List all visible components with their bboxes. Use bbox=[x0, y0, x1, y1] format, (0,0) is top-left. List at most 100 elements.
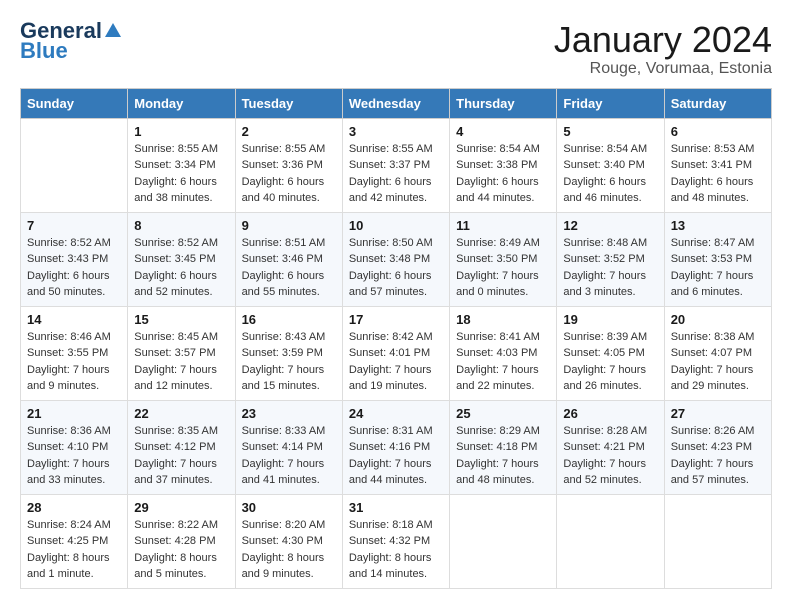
logo: General Blue bbox=[20, 20, 124, 64]
day-info: Sunrise: 8:18 AMSunset: 4:32 PMDaylight:… bbox=[349, 517, 443, 583]
calendar-cell: 17Sunrise: 8:42 AMSunset: 4:01 PMDayligh… bbox=[342, 306, 449, 400]
day-info: Sunrise: 8:22 AMSunset: 4:28 PMDaylight:… bbox=[134, 517, 228, 583]
week-row-5: 28 Sunrise: 8:24 AMSunset: 4:25 PMDayligh… bbox=[21, 494, 772, 588]
calendar-cell: 28 Sunrise: 8:24 AMSunset: 4:25 PMDayligh… bbox=[21, 494, 128, 588]
calendar-cell: 7 Sunrise: 8:52 AMSunset: 3:43 PMDaylight… bbox=[21, 212, 128, 306]
subtitle: Rouge, Vorumaa, Estonia bbox=[554, 60, 772, 78]
calendar-cell bbox=[664, 494, 771, 588]
day-number: 3 bbox=[349, 124, 443, 139]
calendar-cell: 6 Sunrise: 8:53 AMSunset: 3:41 PMDaylight… bbox=[664, 118, 771, 212]
calendar-cell bbox=[21, 118, 128, 212]
day-number: 5 bbox=[563, 124, 657, 139]
day-number: 10 bbox=[349, 218, 443, 233]
calendar-cell: 23 Sunrise: 8:33 AMSunset: 4:14 PMDayligh… bbox=[235, 400, 342, 494]
day-info: Sunrise: 8:33 AMSunset: 4:14 PMDaylight:… bbox=[242, 423, 336, 489]
calendar-cell: 5 Sunrise: 8:54 AMSunset: 3:40 PMDaylight… bbox=[557, 118, 664, 212]
title-block: January 2024 Rouge, Vorumaa, Estonia bbox=[554, 20, 772, 78]
calendar-cell: 10 Sunrise: 8:50 AMSunset: 3:48 PMDayligh… bbox=[342, 212, 449, 306]
page-header: General Blue January 2024 Rouge, Vorumaa… bbox=[20, 20, 772, 78]
day-info: Sunrise: 8:54 AMSunset: 3:40 PMDaylight:… bbox=[563, 141, 657, 207]
day-number: 17 bbox=[349, 312, 443, 327]
header-wednesday: Wednesday bbox=[342, 88, 449, 118]
calendar-cell: 13 Sunrise: 8:47 AMSunset: 3:53 PMDayligh… bbox=[664, 212, 771, 306]
calendar-cell: 8 Sunrise: 8:52 AMSunset: 3:45 PMDaylight… bbox=[128, 212, 235, 306]
day-info: Sunrise: 8:50 AMSunset: 3:48 PMDaylight:… bbox=[349, 235, 443, 301]
calendar-cell: 18 Sunrise: 8:41 AMSunset: 4:03 PMDayligh… bbox=[450, 306, 557, 400]
calendar-cell: 19 Sunrise: 8:39 AMSunset: 4:05 PMDayligh… bbox=[557, 306, 664, 400]
calendar-cell: 20 Sunrise: 8:38 AMSunset: 4:07 PMDayligh… bbox=[664, 306, 771, 400]
day-info: Sunrise: 8:41 AMSunset: 4:03 PMDaylight:… bbox=[456, 329, 550, 395]
calendar-cell: 4Sunrise: 8:54 AMSunset: 3:38 PMDaylight… bbox=[450, 118, 557, 212]
day-number: 28 bbox=[27, 500, 121, 515]
day-number: 22 bbox=[134, 406, 228, 421]
day-info: Sunrise: 8:39 AMSunset: 4:05 PMDaylight:… bbox=[563, 329, 657, 395]
day-number: 15 bbox=[134, 312, 228, 327]
day-number: 20 bbox=[671, 312, 765, 327]
day-number: 31 bbox=[349, 500, 443, 515]
header-sunday: Sunday bbox=[21, 88, 128, 118]
header-monday: Monday bbox=[128, 88, 235, 118]
day-info: Sunrise: 8:31 AMSunset: 4:16 PMDaylight:… bbox=[349, 423, 443, 489]
day-info: Sunrise: 8:26 AMSunset: 4:23 PMDaylight:… bbox=[671, 423, 765, 489]
day-number: 27 bbox=[671, 406, 765, 421]
calendar-cell: 11Sunrise: 8:49 AMSunset: 3:50 PMDayligh… bbox=[450, 212, 557, 306]
day-number: 9 bbox=[242, 218, 336, 233]
day-number: 14 bbox=[27, 312, 121, 327]
day-number: 29 bbox=[134, 500, 228, 515]
day-number: 21 bbox=[27, 406, 121, 421]
day-number: 4 bbox=[456, 124, 550, 139]
day-info: Sunrise: 8:53 AMSunset: 3:41 PMDaylight:… bbox=[671, 141, 765, 207]
day-info: Sunrise: 8:52 AMSunset: 3:43 PMDaylight:… bbox=[27, 235, 121, 301]
day-info: Sunrise: 8:52 AMSunset: 3:45 PMDaylight:… bbox=[134, 235, 228, 301]
day-info: Sunrise: 8:45 AMSunset: 3:57 PMDaylight:… bbox=[134, 329, 228, 395]
month-title: January 2024 bbox=[554, 20, 772, 60]
calendar-cell: 31 Sunrise: 8:18 AMSunset: 4:32 PMDayligh… bbox=[342, 494, 449, 588]
day-number: 18 bbox=[456, 312, 550, 327]
calendar-cell: 27 Sunrise: 8:26 AMSunset: 4:23 PMDayligh… bbox=[664, 400, 771, 494]
day-number: 16 bbox=[242, 312, 336, 327]
day-number: 25 bbox=[456, 406, 550, 421]
day-number: 23 bbox=[242, 406, 336, 421]
logo-blue: Blue bbox=[20, 38, 68, 64]
calendar-cell: 25 Sunrise: 8:29 AMSunset: 4:18 PMDayligh… bbox=[450, 400, 557, 494]
calendar-cell: 2Sunrise: 8:55 AMSunset: 3:36 PMDaylight… bbox=[235, 118, 342, 212]
calendar-cell: 26Sunrise: 8:28 AMSunset: 4:21 PMDayligh… bbox=[557, 400, 664, 494]
week-row-4: 21Sunrise: 8:36 AMSunset: 4:10 PMDayligh… bbox=[21, 400, 772, 494]
header-tuesday: Tuesday bbox=[235, 88, 342, 118]
calendar-cell: 22Sunrise: 8:35 AMSunset: 4:12 PMDayligh… bbox=[128, 400, 235, 494]
day-number: 1 bbox=[134, 124, 228, 139]
day-info: Sunrise: 8:49 AMSunset: 3:50 PMDaylight:… bbox=[456, 235, 550, 301]
week-row-3: 14Sunrise: 8:46 AMSunset: 3:55 PMDayligh… bbox=[21, 306, 772, 400]
day-number: 13 bbox=[671, 218, 765, 233]
week-row-1: 1 Sunrise: 8:55 AMSunset: 3:34 PMDaylight… bbox=[21, 118, 772, 212]
day-info: Sunrise: 8:20 AMSunset: 4:30 PMDaylight:… bbox=[242, 517, 336, 583]
calendar-cell: 14Sunrise: 8:46 AMSunset: 3:55 PMDayligh… bbox=[21, 306, 128, 400]
day-info: Sunrise: 8:29 AMSunset: 4:18 PMDaylight:… bbox=[456, 423, 550, 489]
header-friday: Friday bbox=[557, 88, 664, 118]
day-number: 2 bbox=[242, 124, 336, 139]
calendar-cell: 21Sunrise: 8:36 AMSunset: 4:10 PMDayligh… bbox=[21, 400, 128, 494]
day-info: Sunrise: 8:24 AMSunset: 4:25 PMDaylight:… bbox=[27, 517, 121, 583]
day-info: Sunrise: 8:55 AMSunset: 3:34 PMDaylight:… bbox=[134, 141, 228, 207]
day-info: Sunrise: 8:55 AMSunset: 3:37 PMDaylight:… bbox=[349, 141, 443, 207]
calendar-cell bbox=[450, 494, 557, 588]
logo-icon bbox=[103, 21, 123, 41]
calendar-cell: 29 Sunrise: 8:22 AMSunset: 4:28 PMDayligh… bbox=[128, 494, 235, 588]
day-info: Sunrise: 8:48 AMSunset: 3:52 PMDaylight:… bbox=[563, 235, 657, 301]
week-row-2: 7 Sunrise: 8:52 AMSunset: 3:43 PMDaylight… bbox=[21, 212, 772, 306]
day-number: 26 bbox=[563, 406, 657, 421]
day-number: 7 bbox=[27, 218, 121, 233]
calendar-header-row: SundayMondayTuesdayWednesdayThursdayFrid… bbox=[21, 88, 772, 118]
header-saturday: Saturday bbox=[664, 88, 771, 118]
day-number: 8 bbox=[134, 218, 228, 233]
header-thursday: Thursday bbox=[450, 88, 557, 118]
day-number: 6 bbox=[671, 124, 765, 139]
day-number: 19 bbox=[563, 312, 657, 327]
day-info: Sunrise: 8:47 AMSunset: 3:53 PMDaylight:… bbox=[671, 235, 765, 301]
calendar-cell: 15 Sunrise: 8:45 AMSunset: 3:57 PMDayligh… bbox=[128, 306, 235, 400]
calendar-cell: 24 Sunrise: 8:31 AMSunset: 4:16 PMDayligh… bbox=[342, 400, 449, 494]
day-number: 24 bbox=[349, 406, 443, 421]
calendar-cell: 1 Sunrise: 8:55 AMSunset: 3:34 PMDaylight… bbox=[128, 118, 235, 212]
calendar-cell: 30Sunrise: 8:20 AMSunset: 4:30 PMDayligh… bbox=[235, 494, 342, 588]
day-info: Sunrise: 8:38 AMSunset: 4:07 PMDaylight:… bbox=[671, 329, 765, 395]
